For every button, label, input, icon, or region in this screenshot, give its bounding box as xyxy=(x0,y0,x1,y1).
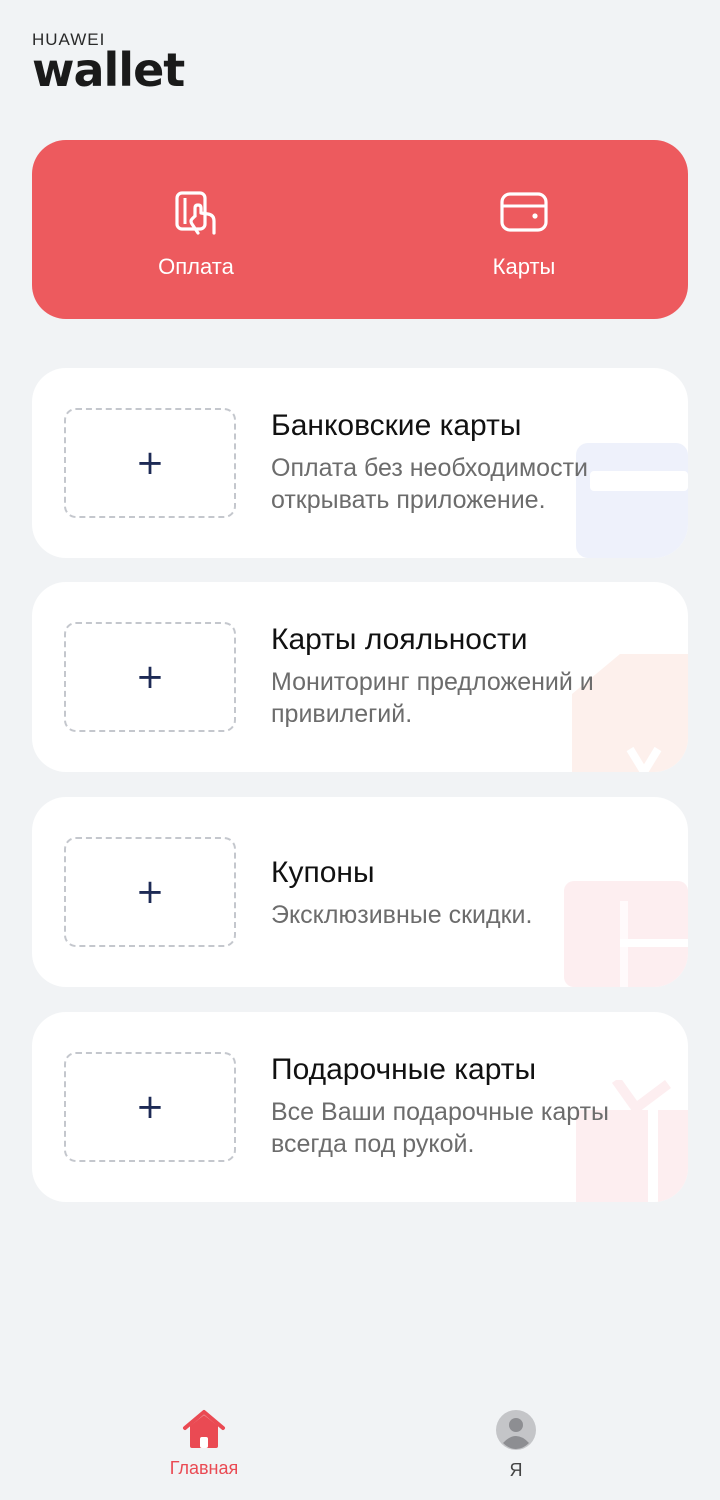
bank-cards-description: Оплата без необходимости открывать прило… xyxy=(271,454,588,514)
bottom-navigation: Главная Я xyxy=(0,1395,720,1500)
bank-cards-title: Банковские карты xyxy=(271,409,522,442)
add-bank-card-button[interactable]: + xyxy=(64,408,236,518)
nav-home[interactable]: Главная xyxy=(134,1409,274,1479)
loyalty-cards-description: Мониторинг предложений и привилегий. xyxy=(271,668,594,728)
payment-button[interactable]: Оплата xyxy=(32,140,360,319)
wallet-card-icon xyxy=(500,192,548,232)
app-logo: HUAWEI wallet xyxy=(32,30,185,97)
cards-label: Карты xyxy=(492,254,556,279)
plus-icon: + xyxy=(135,872,165,912)
gift-cards-description: Все Ваши подарочные карты всегда под рук… xyxy=(271,1098,610,1158)
bank-cards-text: Банковские карты Оплата без необходимост… xyxy=(271,408,658,516)
coupons-text: Купоны Эксклюзивные скидки. xyxy=(271,855,658,931)
nav-profile[interactable]: Я xyxy=(446,1409,586,1481)
gift-cards-text: Подарочные карты Все Ваши подарочные кар… xyxy=(271,1052,658,1160)
wallet-home-screen: HUAWEI wallet Оплата Карты + Банковские … xyxy=(0,0,720,1500)
coupons-description: Эксклюзивные скидки. xyxy=(271,901,533,929)
nav-home-label: Главная xyxy=(169,1458,239,1478)
add-coupon-button[interactable]: + xyxy=(64,837,236,947)
add-loyalty-card-button[interactable]: + xyxy=(64,622,236,732)
gift-cards-card[interactable]: + Подарочные карты Все Ваши подарочные к… xyxy=(32,1012,688,1202)
nav-profile-label: Я xyxy=(509,1460,523,1480)
bank-cards-card[interactable]: + Банковские карты Оплата без необходимо… xyxy=(32,368,688,558)
cards-button[interactable]: Карты xyxy=(360,140,688,319)
gift-cards-title: Подарочные карты xyxy=(271,1053,537,1086)
home-icon xyxy=(183,1410,225,1448)
payment-icon xyxy=(175,191,216,235)
logo-app-name: wallet xyxy=(32,43,185,97)
quick-actions-panel: Оплата Карты xyxy=(32,140,688,319)
add-gift-card-button[interactable]: + xyxy=(64,1052,236,1162)
plus-icon: + xyxy=(135,443,165,483)
coupons-title: Купоны xyxy=(271,856,375,889)
avatar-icon xyxy=(496,1410,536,1450)
plus-icon: + xyxy=(135,1087,165,1127)
payment-label: Оплата xyxy=(158,254,234,279)
plus-icon: + xyxy=(135,657,165,697)
loyalty-cards-card[interactable]: + Карты лояльности Мониторинг предложени… xyxy=(32,582,688,772)
loyalty-cards-title: Карты лояльности xyxy=(271,623,528,656)
coupons-card[interactable]: + Купоны Эксклюзивные скидки. xyxy=(32,797,688,987)
loyalty-cards-text: Карты лояльности Мониторинг предложений … xyxy=(271,622,658,730)
